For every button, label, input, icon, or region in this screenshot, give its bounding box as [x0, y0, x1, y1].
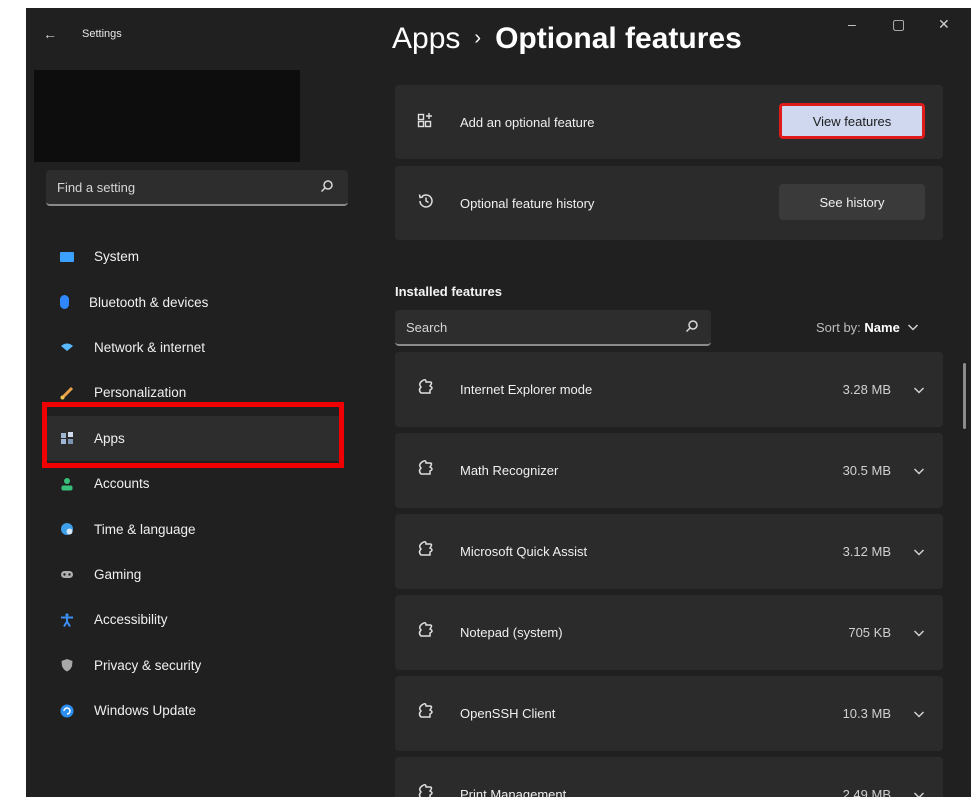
- sidebar-nav: System Bluetooth & devices Network & int…: [46, 234, 342, 733]
- sidebar-item-network[interactable]: Network & internet: [46, 325, 342, 370]
- sidebar-item-label: Windows Update: [94, 703, 197, 719]
- puzzle-icon: [417, 540, 435, 563]
- chevron-down-icon[interactable]: [913, 463, 925, 481]
- feature-name: OpenSSH Client: [460, 706, 556, 721]
- chevron-down-icon[interactable]: [913, 382, 925, 400]
- gamepad-icon: [60, 567, 74, 581]
- feature-name: Microsoft Quick Assist: [460, 544, 588, 559]
- system-icon: [60, 251, 74, 262]
- sidebar-item-label: Time & language: [94, 521, 196, 537]
- app-title: Settings: [82, 28, 122, 40]
- sidebar-item-privacy[interactable]: Privacy & security: [46, 643, 342, 688]
- person-icon: [60, 477, 74, 491]
- history-icon: [417, 192, 435, 215]
- sidebar-item-label: Accessibility: [94, 612, 168, 628]
- add-optional-feature-card: Add an optional feature View features: [395, 85, 943, 159]
- sidebar-item-gaming[interactable]: Gaming: [46, 552, 342, 597]
- puzzle-icon: [417, 621, 435, 644]
- installed-features-search-input[interactable]: Search: [395, 310, 711, 346]
- breadcrumb-parent-apps[interactable]: Apps: [392, 22, 460, 55]
- feature-size: 3.28 MB: [842, 382, 891, 397]
- update-icon: [60, 704, 74, 718]
- search-icon: [685, 319, 699, 338]
- sidebar-item-accessibility[interactable]: Accessibility: [46, 597, 342, 642]
- feature-row-notepad-system[interactable]: Notepad (system) 705 KB: [395, 595, 943, 670]
- feature-name: Internet Explorer mode: [460, 382, 593, 397]
- feature-row-openssh-client[interactable]: OpenSSH Client 10.3 MB: [395, 676, 943, 751]
- bluetooth-icon: [60, 295, 69, 310]
- feature-history-card: Optional feature history See history: [395, 166, 943, 240]
- sort-prefix: Sort by:: [816, 320, 861, 335]
- breadcrumb: Apps › Optional features: [392, 22, 742, 56]
- feature-size: 10.3 MB: [842, 706, 891, 721]
- brush-icon: [60, 386, 74, 400]
- feature-name: Math Recognizer: [460, 463, 559, 478]
- puzzle-icon: [417, 783, 435, 797]
- chevron-down-icon[interactable]: [913, 625, 925, 643]
- sidebar-item-label: Accounts: [94, 476, 150, 492]
- sidebar-item-bluetooth[interactable]: Bluetooth & devices: [46, 279, 342, 324]
- apps-highlight-annotation: [42, 402, 344, 468]
- feature-row-print-management[interactable]: Print Management 2.49 MB: [395, 757, 943, 797]
- sidebar-item-label: Network & internet: [94, 339, 206, 355]
- back-arrow-icon[interactable]: ←: [43, 26, 57, 42]
- close-button[interactable]: ✕: [938, 16, 950, 33]
- feature-name: Notepad (system): [460, 625, 563, 640]
- feature-row-math-recognizer[interactable]: Math Recognizer 30.5 MB: [395, 433, 943, 508]
- profile-redacted-block: [34, 70, 300, 162]
- chevron-down-icon: [903, 320, 919, 335]
- sidebar-item-label: Bluetooth & devices: [89, 294, 209, 310]
- feature-size: 3.12 MB: [842, 544, 891, 559]
- settings-window: ← Settings Find a setting System Bluetoo…: [26, 8, 971, 797]
- add-feature-icon: [417, 111, 435, 134]
- installed-features-heading: Installed features: [395, 284, 502, 299]
- search-placeholder: Search: [406, 320, 448, 335]
- sidebar-item-label: Personalization: [94, 385, 187, 401]
- sort-dropdown[interactable]: Sort by: Name: [816, 320, 919, 335]
- view-features-button[interactable]: View features: [779, 103, 925, 139]
- sidebar-item-system[interactable]: System: [46, 234, 342, 279]
- sidebar-item-windows-update[interactable]: Windows Update: [46, 688, 342, 733]
- wifi-icon: [60, 340, 74, 354]
- breadcrumb-separator: ›: [474, 27, 482, 49]
- page-title: Optional features: [495, 22, 742, 55]
- search-placeholder: Find a setting: [57, 180, 136, 195]
- scrollbar-thumb[interactable]: [963, 363, 966, 429]
- feature-size: 2.49 MB: [842, 787, 891, 797]
- shield-icon: [60, 658, 74, 672]
- puzzle-icon: [417, 702, 435, 725]
- see-history-button[interactable]: See history: [779, 184, 925, 220]
- puzzle-icon: [417, 459, 435, 482]
- minimize-button[interactable]: –: [848, 16, 856, 32]
- chevron-down-icon[interactable]: [913, 544, 925, 562]
- chevron-down-icon[interactable]: [913, 787, 925, 797]
- puzzle-icon: [417, 378, 435, 401]
- sort-value: Name: [864, 320, 900, 335]
- sidebar-item-time-language[interactable]: Time & language: [46, 506, 342, 551]
- feature-row-internet-explorer-mode[interactable]: Internet Explorer mode 3.28 MB: [395, 352, 943, 427]
- sidebar-item-label: Privacy & security: [94, 657, 202, 673]
- feature-size: 30.5 MB: [842, 463, 891, 478]
- sidebar-item-label: Gaming: [94, 566, 142, 582]
- history-label: Optional feature history: [460, 196, 595, 211]
- sidebar-item-label: System: [94, 249, 140, 265]
- maximize-button[interactable]: ▢: [892, 16, 905, 33]
- feature-row-microsoft-quick-assist[interactable]: Microsoft Quick Assist 3.12 MB: [395, 514, 943, 589]
- feature-size: 705 KB: [848, 625, 891, 640]
- feature-name: Print Management: [460, 787, 567, 797]
- find-setting-search-input[interactable]: Find a setting: [46, 170, 348, 206]
- search-icon: [320, 179, 334, 198]
- accessibility-icon: [60, 613, 74, 627]
- add-feature-label: Add an optional feature: [460, 115, 595, 130]
- chevron-down-icon[interactable]: [913, 706, 925, 724]
- globe-clock-icon: [60, 522, 74, 536]
